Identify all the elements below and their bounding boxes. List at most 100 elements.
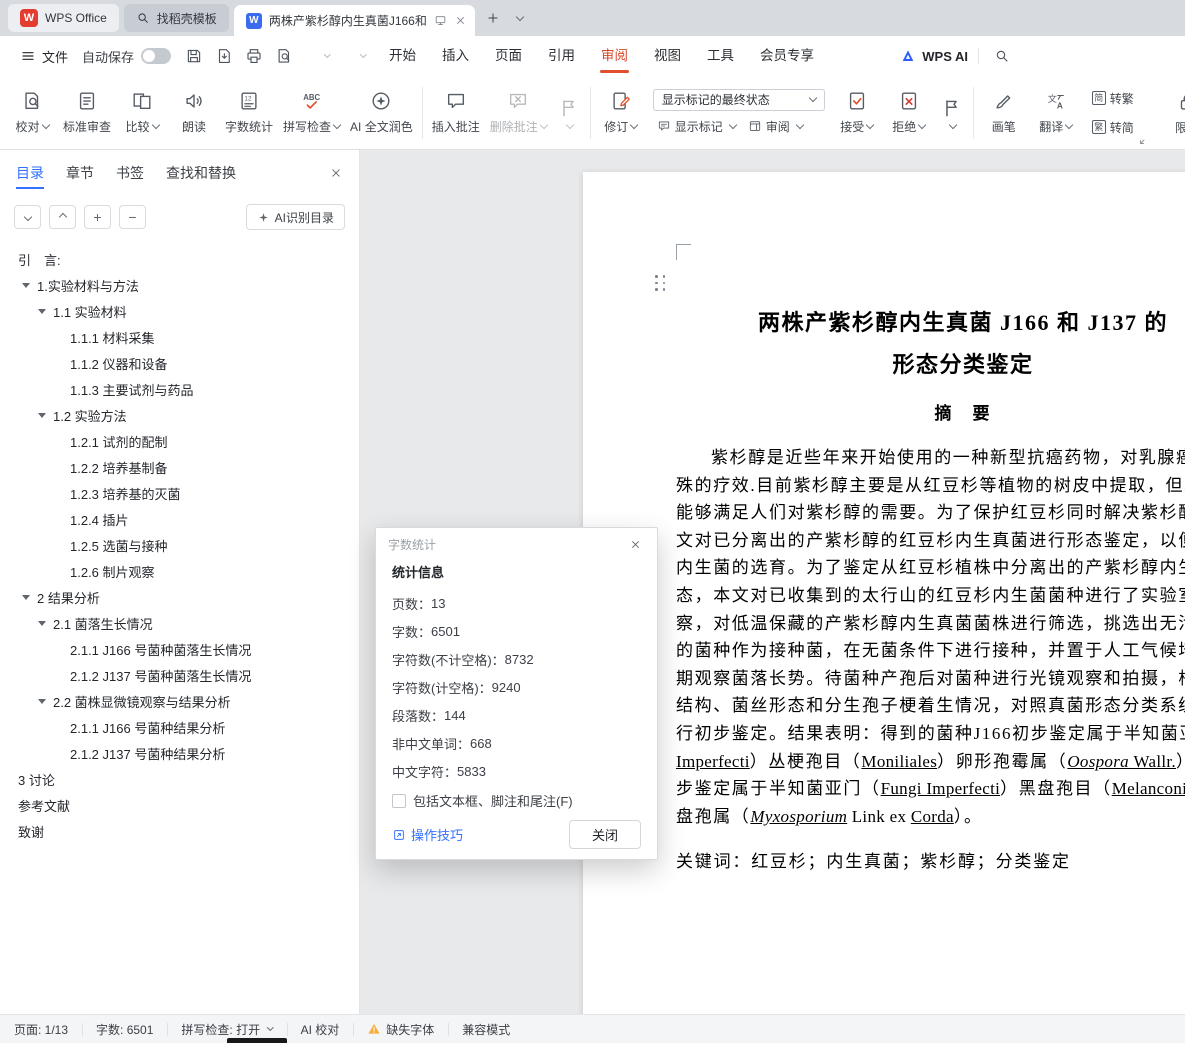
tab-list-button[interactable] [506, 5, 532, 31]
page-indicator[interactable]: 页面: 1/13 [12, 1015, 82, 1043]
toc-item[interactable]: 2.1.1 J166 号菌种菌落生长情况 [0, 636, 359, 662]
panel-tab-书签[interactable]: 书签 [116, 150, 144, 196]
toc-item[interactable]: 1.2 实验方法 [0, 402, 359, 428]
restrict-button[interactable]: 限制 [1161, 81, 1185, 145]
autosave-toggle[interactable] [141, 48, 171, 64]
wps-ai-button[interactable]: WPS AI [900, 48, 968, 64]
toc-item[interactable]: 3 讨论 [0, 766, 359, 792]
tab-wps-home[interactable]: W WPS Office [8, 4, 119, 32]
toc-item[interactable]: 2.1.2 J137 号菌种菌落生长情况 [0, 662, 359, 688]
markup-state-dropdown[interactable]: 显示标记的最终状态 [653, 89, 825, 111]
read-aloud-button[interactable]: 朗读 [168, 81, 220, 145]
undo-button[interactable] [301, 43, 333, 69]
proofread-button[interactable]: 校对 [6, 81, 58, 145]
file-menu[interactable]: 文件 [12, 41, 76, 71]
compatibility-mode-indicator[interactable]: 兼容模式 [448, 1015, 524, 1043]
toc-item[interactable]: 1.2.5 选菌与接种 [0, 532, 359, 558]
collapse-arrow-icon[interactable] [38, 413, 46, 418]
collapse-all-button[interactable] [14, 205, 41, 229]
zoom-out-button[interactable]: − [119, 205, 146, 229]
standard-review-button[interactable]: 标准审查 [58, 81, 116, 145]
menu-tab-开始[interactable]: 开始 [376, 36, 429, 76]
reject-button[interactable]: 拒绝 [883, 81, 935, 145]
print-button[interactable] [241, 43, 267, 69]
collapse-arrow-icon[interactable] [38, 621, 46, 626]
missing-font-warning[interactable]: 缺失字体 [353, 1015, 448, 1043]
insert-comment-button[interactable]: 插入批注 [427, 81, 485, 145]
translate-button[interactable]: 翻译 [1030, 81, 1082, 145]
menu-tab-审阅[interactable]: 审阅 [588, 36, 641, 76]
save-button[interactable] [181, 43, 207, 69]
dialog-header[interactable]: 字数统计 [376, 528, 657, 560]
menu-tab-页面[interactable]: 页面 [482, 36, 535, 76]
toc-item[interactable]: 1.2.1 试剂的配制 [0, 428, 359, 454]
pen-button[interactable]: 画笔 [978, 81, 1030, 145]
ribbon-expand-icon[interactable] [1138, 134, 1150, 146]
toc-item[interactable]: 1.1.1 材料采集 [0, 324, 359, 350]
ai-polish-button[interactable]: AI 全文润色 [345, 81, 418, 145]
menu-tab-引用[interactable]: 引用 [535, 36, 588, 76]
close-dialog-button[interactable] [625, 534, 645, 554]
toc-item[interactable]: 2.1 菌落生长情况 [0, 610, 359, 636]
ai-catalog-button[interactable]: AI识别目录 [246, 204, 345, 230]
tab-template-search[interactable]: 找稻壳模板 [124, 4, 229, 32]
include-textbox-checkbox[interactable]: 包括文本框、脚注和尾注(F) [392, 791, 641, 810]
expand-all-button[interactable] [49, 205, 76, 229]
next-comment-button[interactable] [552, 81, 586, 145]
collapse-arrow-icon[interactable] [38, 309, 46, 314]
toc-item[interactable]: 1.2.3 培养基的灭菌 [0, 480, 359, 506]
toc-item[interactable]: 1.1.2 仪器和设备 [0, 350, 359, 376]
toc-item[interactable]: 1.2.6 制片观察 [0, 558, 359, 584]
close-panel-button[interactable] [325, 162, 347, 184]
panel-tab-章节[interactable]: 章节 [66, 150, 94, 196]
toc-item[interactable]: 1.1.3 主要试剂与药品 [0, 376, 359, 402]
toc-item[interactable]: 2.2 菌株显微镜观察与结果分析 [0, 688, 359, 714]
toc-item[interactable]: 1.2.4 插片 [0, 506, 359, 532]
print-preview-button[interactable] [271, 43, 297, 69]
panel-tab-查找和替换[interactable]: 查找和替换 [166, 150, 236, 196]
search-button[interactable] [989, 43, 1015, 69]
show-markup-button[interactable]: 显示标记 [653, 116, 740, 137]
spell-check-button[interactable]: 拼写检查 [278, 81, 345, 145]
menu-tab-会员专享[interactable]: 会员专享 [747, 36, 827, 76]
toc-item[interactable]: 2.1.1 J166 号菌种结果分析 [0, 714, 359, 740]
toc-item[interactable]: 1.1 实验材料 [0, 298, 359, 324]
word-count-button[interactable]: 字数统计 [220, 81, 278, 145]
close-tab-icon[interactable] [454, 14, 467, 27]
tab-document[interactable]: W 两株产紫杉醇内生真菌J166和 [234, 5, 475, 36]
redo-button[interactable] [337, 43, 369, 69]
toc-item[interactable]: 2.1.2 J137 号菌种结果分析 [0, 740, 359, 766]
toc-item[interactable]: 引 言: [0, 246, 359, 272]
ai-proofread-indicator[interactable]: AI 校对 [287, 1015, 354, 1043]
review-pane-button[interactable]: 审阅 [744, 116, 807, 137]
export-button[interactable] [211, 43, 237, 69]
menu-tab-插入[interactable]: 插入 [429, 36, 482, 76]
word-count-indicator[interactable]: 字数: 6501 [82, 1015, 167, 1043]
toc-item[interactable]: 1.2.2 培养基制备 [0, 454, 359, 480]
to-traditional-button[interactable]: 简 转繁 [1088, 88, 1138, 109]
new-tab-button[interactable] [480, 5, 506, 31]
tips-link[interactable]: 操作技巧 [392, 825, 463, 844]
next-change-button[interactable] [935, 81, 969, 145]
menu-tab-视图[interactable]: 视图 [641, 36, 694, 76]
compare-button[interactable]: 比较 [116, 81, 168, 145]
toc-item[interactable]: 致谢 [0, 818, 359, 844]
to-simplified-button[interactable]: 繁 转简 [1088, 117, 1138, 138]
document-page[interactable]: 两株产紫杉醇内生真菌 J166 和 J137 的 形态分类鉴定 摘 要 紫杉醇是… [583, 172, 1185, 1014]
close-button[interactable]: 关闭 [569, 820, 641, 849]
zoom-in-button[interactable]: + [84, 205, 111, 229]
monitor-icon[interactable] [434, 14, 447, 27]
accept-button[interactable]: 接受 [831, 81, 883, 145]
panel-tab-目录[interactable]: 目录 [16, 150, 44, 196]
toc-item[interactable]: 2 结果分析 [0, 584, 359, 610]
collapse-arrow-icon[interactable] [22, 595, 30, 600]
collapse-arrow-icon[interactable] [22, 283, 30, 288]
toc-item[interactable]: 参考文献 [0, 792, 359, 818]
checkbox-icon[interactable] [392, 794, 406, 808]
delete-comment-button[interactable]: 删除批注 [485, 81, 552, 145]
collapse-arrow-icon[interactable] [38, 699, 46, 704]
paragraph-drag-handle-icon[interactable] [655, 275, 667, 292]
menu-tab-工具[interactable]: 工具 [694, 36, 747, 76]
track-changes-button[interactable]: 修订 [595, 81, 647, 145]
toc-item[interactable]: 1.实验材料与方法 [0, 272, 359, 298]
